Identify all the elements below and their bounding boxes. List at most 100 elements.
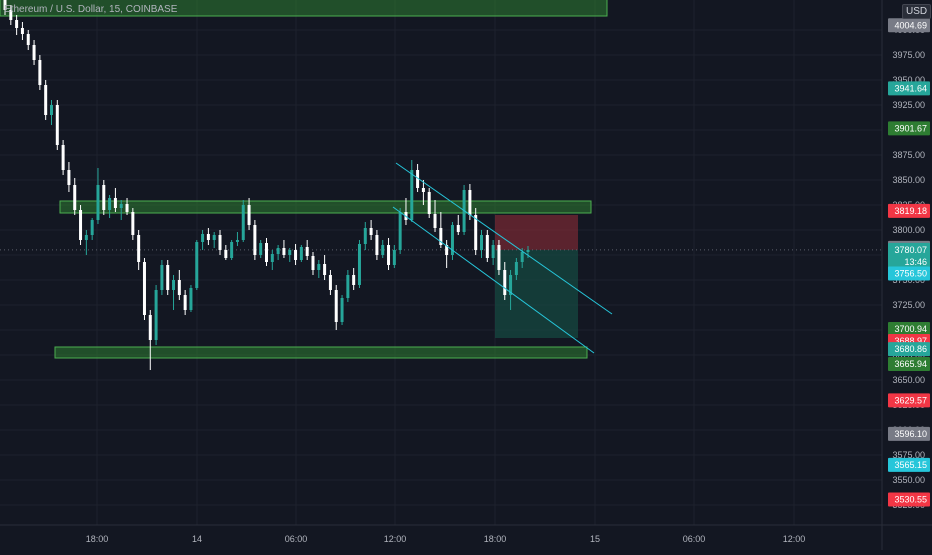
stop-loss-area: [495, 215, 578, 250]
candle-body: [328, 275, 332, 290]
price-countdown: 13:46: [904, 257, 927, 267]
candle-body: [503, 270, 507, 295]
candle-body: [67, 170, 71, 185]
candle-body: [20, 28, 24, 34]
candle-body: [96, 185, 100, 220]
candle-body: [259, 243, 263, 255]
candle-body: [183, 295, 187, 310]
candle-body: [357, 244, 361, 285]
candle-body: [61, 145, 65, 170]
support-zone: [54, 346, 588, 359]
chart-root: 3525.003550.003575.003600.003625.003650.…: [0, 0, 932, 550]
x-tick-label: 06:00: [285, 534, 308, 544]
y-tick-label: 3800.00: [892, 225, 925, 235]
take-profit-area: [495, 249, 578, 338]
price-label: 3680.86: [894, 344, 927, 354]
candle-body: [474, 215, 478, 250]
price-label: 3530.55: [894, 494, 927, 504]
candle-body: [265, 243, 268, 262]
candle-body: [282, 248, 286, 255]
candle-body: [90, 220, 94, 235]
candle-body: [26, 34, 30, 45]
candle-body: [514, 262, 518, 275]
price-label: 3780.07: [894, 245, 927, 255]
candle-body: [299, 247, 303, 260]
candle-body: [49, 105, 53, 115]
y-tick-label: 3550.00: [892, 475, 925, 485]
candle-body: [172, 280, 176, 290]
candle-body: [73, 185, 77, 210]
candle-body: [305, 247, 309, 256]
candle-body: [177, 280, 181, 295]
price-label: 3700.94: [894, 324, 927, 334]
candle-body: [375, 235, 379, 255]
candle-body: [32, 45, 36, 60]
candle-body: [352, 275, 356, 285]
x-tick-label: 18:00: [86, 534, 109, 544]
candle-body: [317, 264, 321, 270]
candle-body: [119, 204, 123, 208]
x-tick-label: 06:00: [683, 534, 706, 544]
symbol-title: Ethereum / U.S. Dollar, 15, COINBASE: [4, 4, 178, 15]
y-tick-label: 3925.00: [892, 100, 925, 110]
y-tick-label: 3850.00: [892, 175, 925, 185]
candle-body: [491, 245, 495, 258]
price-label: 3756.50: [894, 269, 927, 279]
candle-body: [323, 264, 327, 275]
candle-body: [102, 185, 106, 210]
candle-body: [125, 204, 129, 212]
price-label: 3941.64: [894, 83, 927, 93]
candle-body: [113, 198, 117, 208]
candle-body: [55, 105, 59, 145]
candle-body: [189, 288, 193, 310]
resistance-zone: [59, 200, 592, 214]
candle-body: [201, 234, 205, 242]
candle-body: [218, 235, 222, 250]
candle-body: [241, 205, 245, 240]
candle-body: [311, 256, 315, 270]
candle-body: [253, 225, 257, 255]
candle-body: [398, 212, 402, 250]
x-tick-label: 14: [192, 534, 202, 544]
candle-body: [38, 60, 42, 85]
candle-body: [381, 245, 385, 255]
candle-body: [456, 225, 460, 232]
y-tick-label: 3650.00: [892, 375, 925, 385]
candle-body: [392, 250, 396, 265]
candle-body: [421, 188, 425, 192]
candle-body: [15, 20, 19, 28]
x-tick-label: 12:00: [783, 534, 806, 544]
candle-body: [166, 265, 170, 290]
candle-body: [160, 265, 164, 290]
candle-body: [224, 250, 228, 258]
currency-button[interactable]: USD: [902, 4, 932, 19]
candle-body: [294, 250, 298, 260]
candle-body: [44, 85, 48, 115]
candle-body: [142, 262, 146, 315]
price-label: 3665.94: [894, 359, 927, 369]
candle-body: [276, 248, 280, 254]
price-label: 3565.15: [894, 460, 927, 470]
candle-body: [230, 242, 234, 258]
candle-body: [108, 198, 112, 210]
candle-body: [195, 242, 199, 288]
candle-body: [84, 235, 88, 240]
y-tick-label: 3875.00: [892, 150, 925, 160]
candle-body: [526, 250, 530, 252]
candle-body: [334, 290, 338, 322]
candle-body: [131, 212, 135, 235]
x-tick-label: 15: [590, 534, 600, 544]
candle-body: [427, 192, 431, 214]
candle-body: [235, 240, 239, 242]
y-tick-label: 3975.00: [892, 50, 925, 60]
candle-body: [468, 190, 472, 215]
candle-body: [387, 245, 391, 265]
candle-body: [206, 234, 210, 240]
candle-body: [497, 245, 501, 270]
candle-body: [212, 235, 216, 240]
candle-body: [363, 228, 367, 244]
candle-body: [410, 170, 414, 220]
candle-body: [485, 235, 489, 258]
candle-body: [520, 252, 524, 262]
candle-body: [79, 210, 83, 240]
